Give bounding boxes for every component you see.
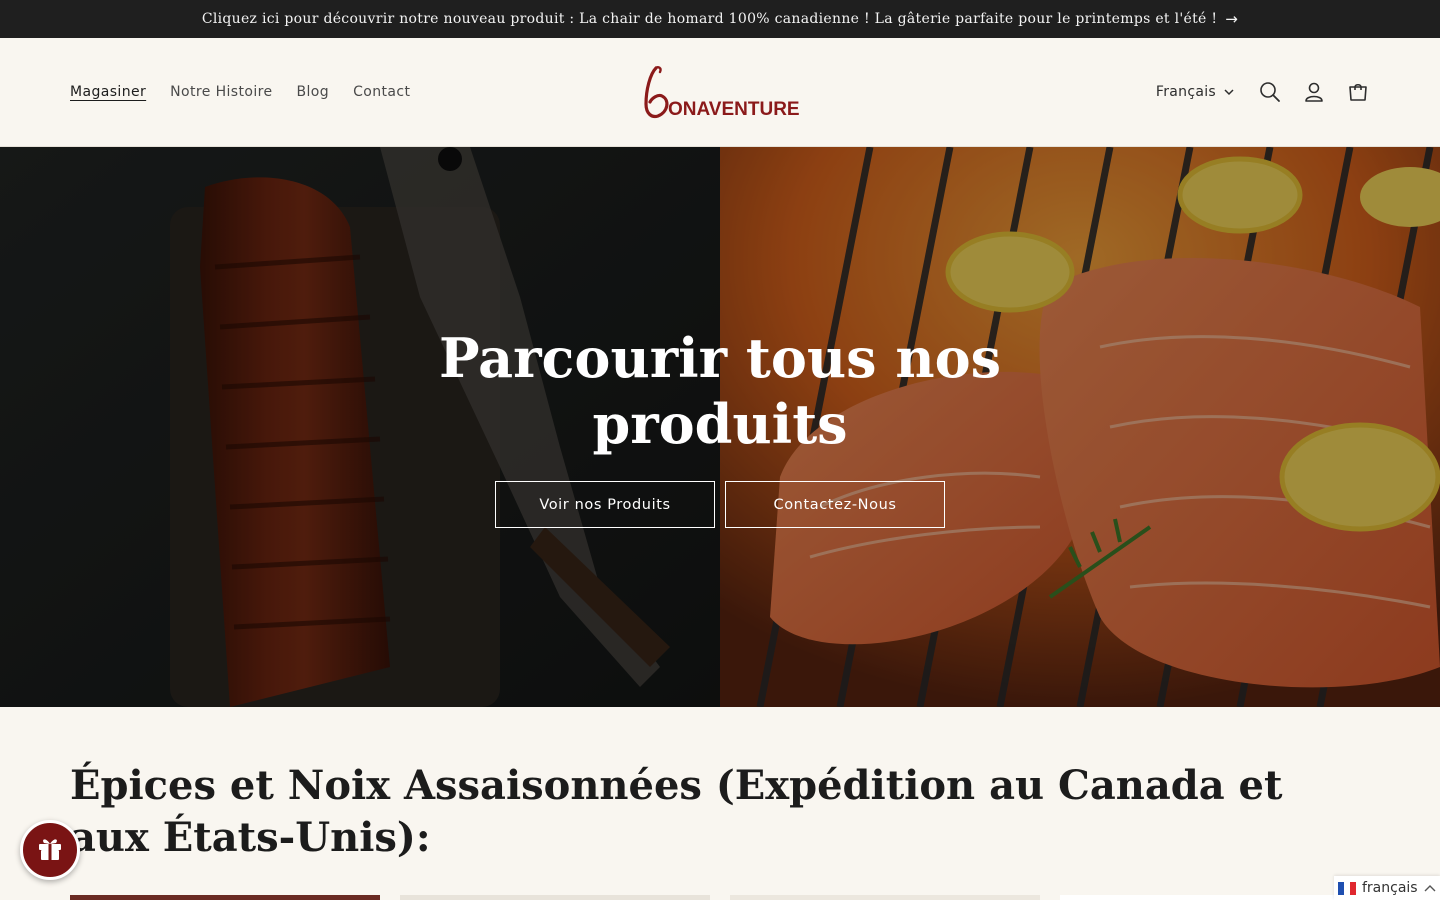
header-actions: Français — [1156, 38, 1370, 146]
hero-title-line-1: Parcourir tous nos — [438, 326, 1002, 390]
main-nav: Magasiner Notre Histoire Blog Contact — [70, 38, 410, 146]
account-icon[interactable] — [1302, 80, 1326, 104]
product-card[interactable] — [1060, 895, 1370, 900]
product-card[interactable] — [400, 895, 710, 900]
language-label: Français — [1155, 84, 1216, 100]
view-products-button[interactable]: Voir nos Produits — [495, 481, 715, 528]
search-icon[interactable] — [1258, 80, 1282, 104]
hero-title-line-2: produits — [592, 392, 848, 456]
cart-icon[interactable] — [1346, 80, 1370, 104]
hero-title: Parcourir tous nos produits — [420, 325, 1020, 457]
gift-icon — [35, 833, 65, 867]
announcement-bar[interactable]: Cliquez ici pour découvrir notre nouveau… — [0, 0, 1440, 38]
product-card[interactable] — [730, 895, 1040, 900]
contact-us-button[interactable]: Contactez-Nous — [725, 481, 945, 528]
site-header: Magasiner Notre Histoire Blog Contact ON… — [0, 38, 1440, 147]
arrow-right-icon: → — [1225, 10, 1239, 28]
nav-item-notre-histoire[interactable]: Notre Histoire — [170, 84, 272, 100]
logo-wordmark: ONAVENTURE — [668, 99, 800, 120]
language-selector[interactable]: Français — [1156, 84, 1234, 100]
hero-banner: Parcourir tous nos produits Voir nos Pro… — [0, 147, 1440, 707]
rewards-launcher-button[interactable] — [20, 820, 80, 880]
nav-item-contact[interactable]: Contact — [353, 84, 410, 100]
france-flag-icon — [1338, 881, 1356, 895]
language-widget-label: français — [1362, 880, 1418, 896]
nav-item-magasiner[interactable]: Magasiner — [70, 84, 146, 100]
brand-logo[interactable]: ONAVENTURE — [640, 60, 800, 124]
nav-item-blog[interactable]: Blog — [297, 84, 330, 100]
hero-buttons: Voir nos Produits Contactez-Nous — [495, 481, 945, 528]
chevron-up-icon — [1424, 880, 1436, 896]
chevron-down-icon — [1224, 84, 1234, 100]
language-widget[interactable]: français — [1334, 876, 1440, 900]
announcement-text[interactable]: Cliquez ici pour découvrir notre nouveau… — [202, 11, 1217, 27]
section-title: Épices et Noix Assaisonnées (Expédition … — [70, 762, 1283, 861]
product-card[interactable] — [70, 895, 380, 900]
product-cards-row — [0, 895, 1440, 900]
